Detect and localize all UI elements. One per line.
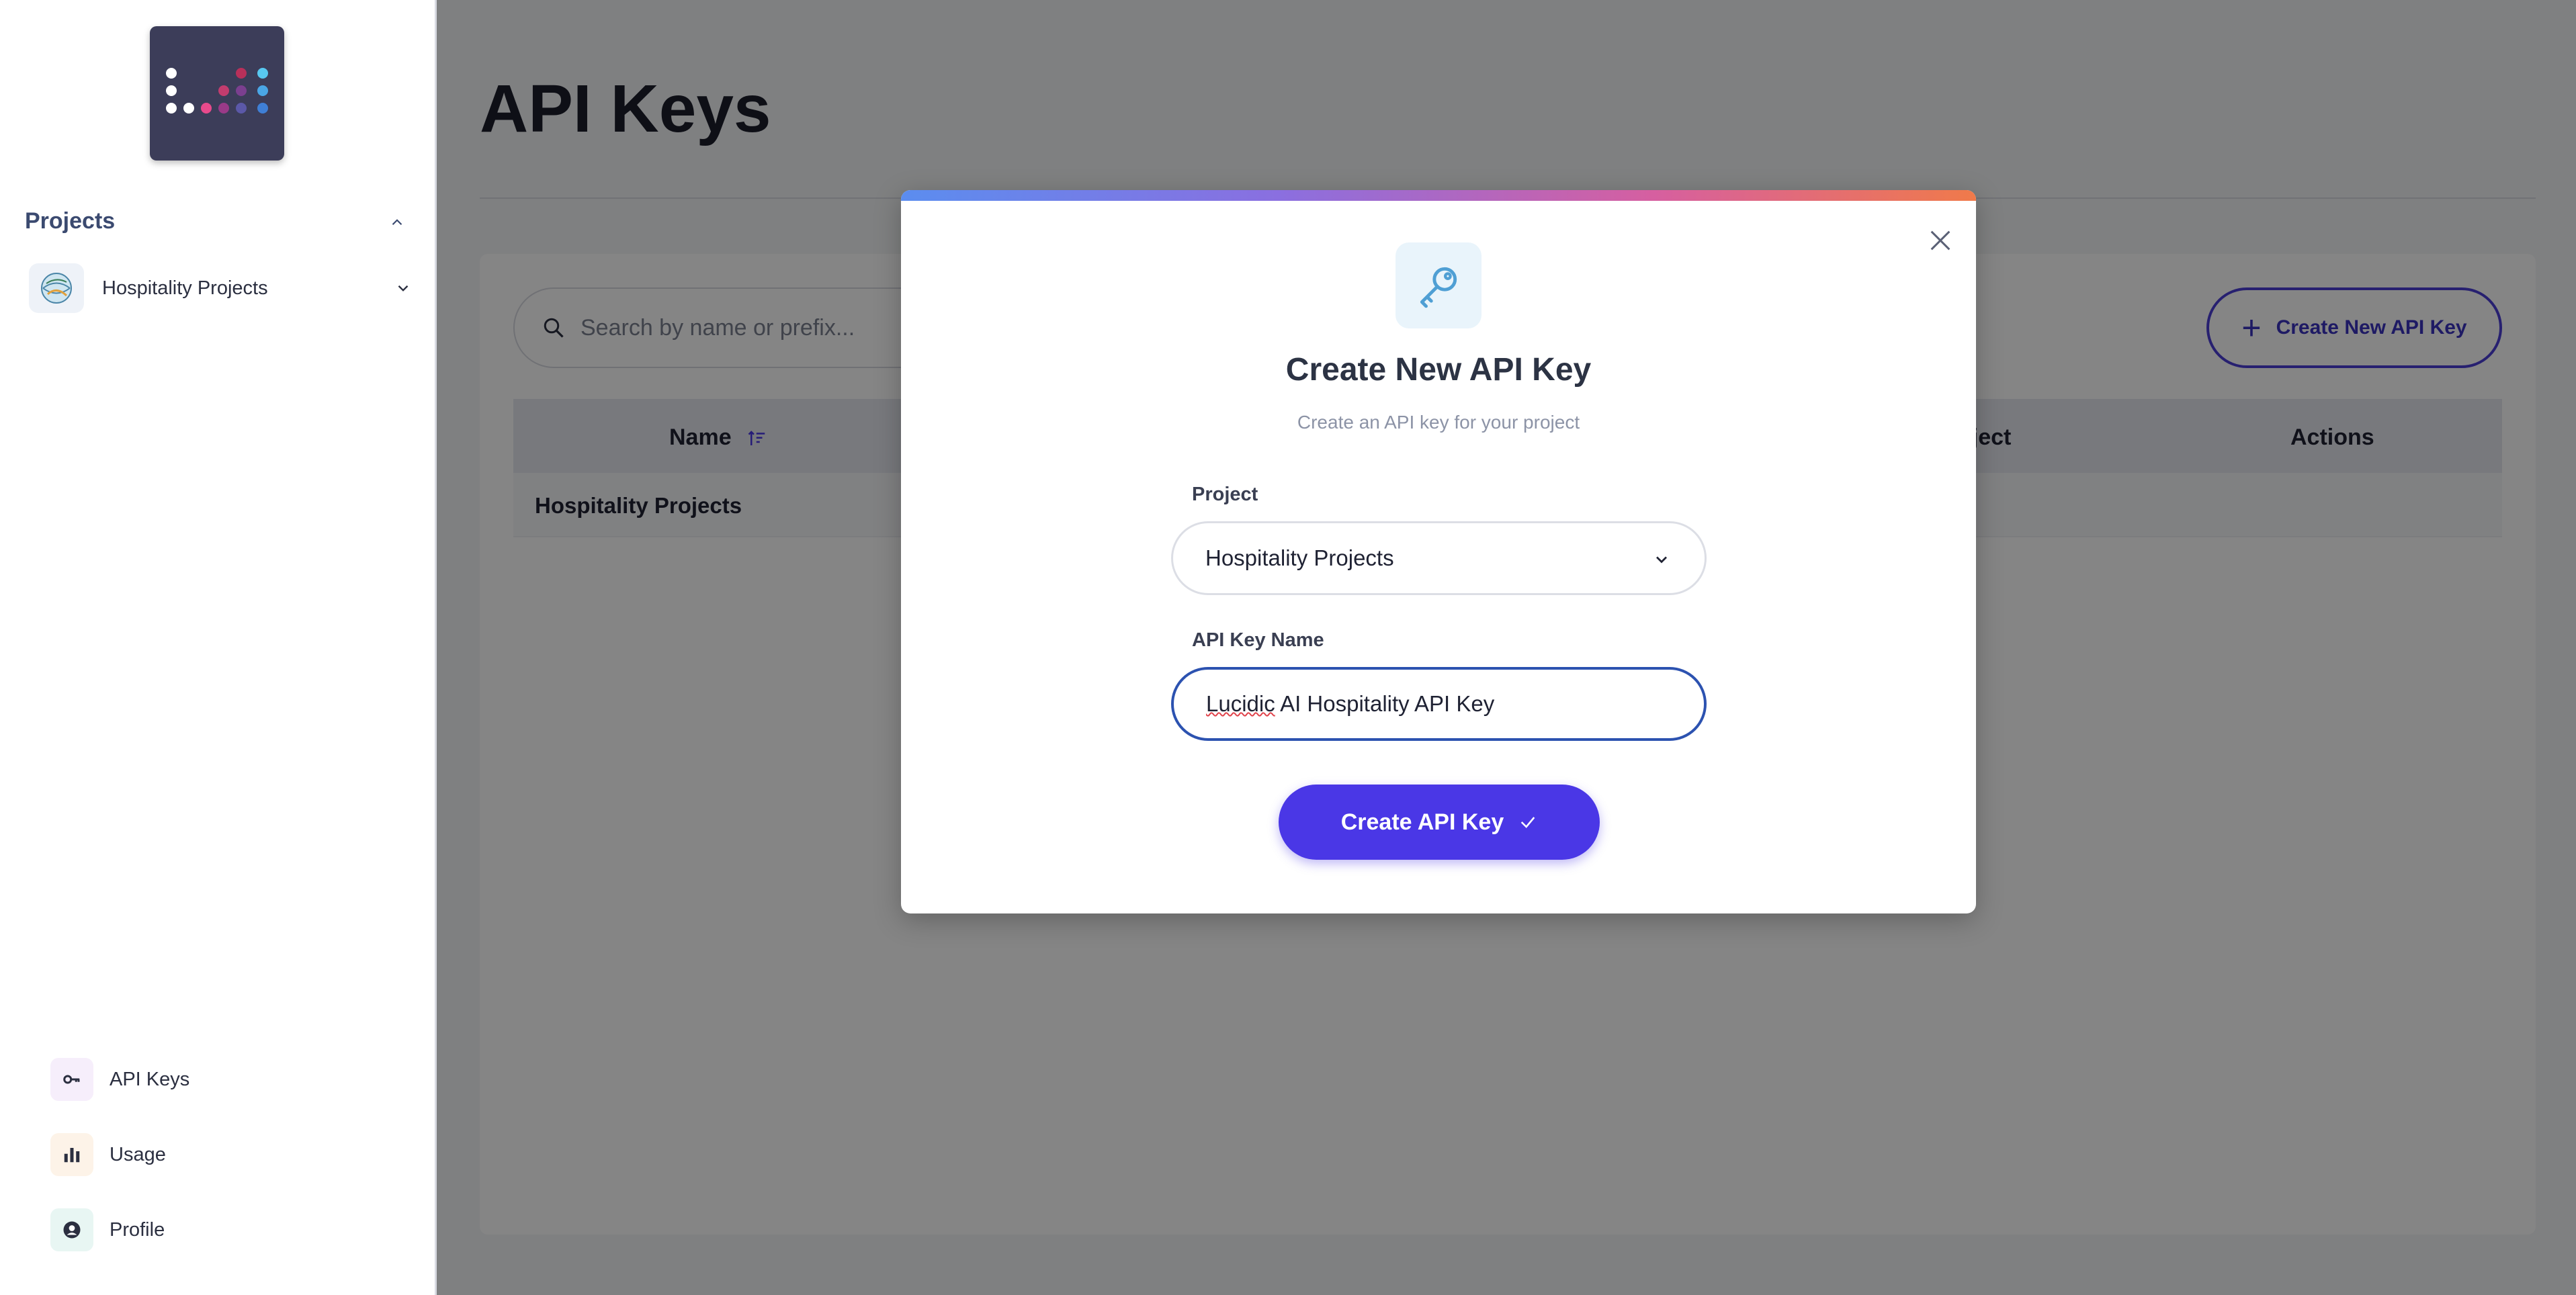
checkmark-icon: [1521, 817, 1535, 828]
bar-chart-icon: [50, 1133, 93, 1176]
logo-dot: [257, 103, 268, 114]
logo-dot: [218, 85, 229, 96]
key-icon: [50, 1058, 93, 1101]
app-logo[interactable]: [150, 26, 284, 161]
logo-dot: [166, 103, 177, 114]
api-key-name-label: API Key Name: [1192, 629, 1324, 651]
sidebar-project-selector[interactable]: Hospitality Projects: [29, 263, 412, 313]
project-label: Project: [1192, 484, 1258, 505]
logo-dot: [218, 103, 229, 114]
logo-dot: [166, 85, 177, 96]
logo-dot: [257, 85, 268, 96]
projects-heading: Projects: [25, 208, 116, 234]
sidebar: Projects Hospitality Projects API Keys U…: [0, 0, 437, 1295]
modal-subtitle: Create an API key for your project: [1297, 412, 1580, 433]
close-icon[interactable]: [1917, 217, 1964, 264]
user-icon: [50, 1208, 93, 1251]
sidebar-item-label: Usage: [110, 1143, 166, 1165]
logo-dot: [236, 85, 247, 96]
sidebar-item-label: API Keys: [110, 1068, 190, 1090]
logo-dot: [183, 103, 194, 114]
project-avatar: [29, 263, 84, 313]
logo-dot: [236, 103, 247, 114]
api-key-name-input[interactable]: Lucidic AI Hospitality API Key: [1171, 667, 1707, 741]
sidebar-item-label: Profile: [110, 1218, 165, 1241]
logo-dot: [257, 68, 268, 79]
project-select-value: Hospitality Projects: [1205, 545, 1394, 570]
modal-accent-bar: [901, 190, 1976, 201]
logo-dot: [166, 68, 177, 79]
chevron-down-icon[interactable]: [394, 279, 412, 297]
globe-icon: [41, 273, 72, 304]
create-api-key-modal: Create New API Key Create an API key for…: [901, 190, 1976, 913]
input-value-rest: AI Hospitality API Key: [1275, 691, 1495, 716]
create-api-key-label: Create API Key: [1340, 809, 1504, 835]
project-select[interactable]: Hospitality Projects: [1171, 521, 1707, 595]
key-icon: [1396, 242, 1482, 328]
create-api-key-button[interactable]: Create API Key: [1279, 785, 1600, 860]
chevron-down-icon: [1656, 556, 1667, 564]
logo-dot: [201, 103, 212, 114]
input-value-misspelled-word: Lucidic: [1206, 691, 1275, 716]
sidebar-item-api-keys[interactable]: API Keys: [50, 1058, 386, 1101]
sidebar-item-profile[interactable]: Profile: [50, 1208, 386, 1251]
project-name: Hospitality Projects: [102, 277, 268, 299]
modal-title: Create New API Key: [1285, 352, 1592, 388]
logo-dot: [236, 68, 247, 79]
sidebar-item-usage[interactable]: Usage: [50, 1133, 386, 1176]
chevron-up-icon[interactable]: [388, 214, 406, 231]
